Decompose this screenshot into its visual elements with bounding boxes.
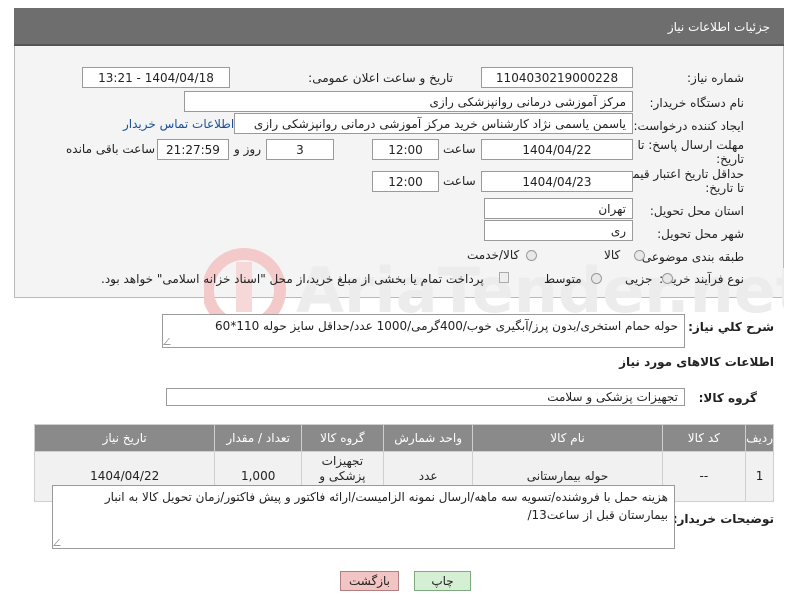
- buyer-org-field: مرکز آموزشی درمانی روانپزشکی رازی: [184, 91, 633, 112]
- buyer-notes-textarea[interactable]: هزینه حمل با فروشنده/تسویه سه ماهه/ارسال…: [52, 485, 675, 549]
- buyer-notes-label: توضیحات خریدار:: [672, 512, 774, 526]
- general-description-textarea[interactable]: حوله حمام استخری/بدون پرز/آبگیری خوب/400…: [162, 314, 685, 348]
- process-medium-radio[interactable]: [591, 273, 602, 284]
- print-button[interactable]: چاپ: [414, 571, 471, 591]
- category-goods-service-radio[interactable]: [526, 250, 537, 261]
- deadline-date-field: 1404/04/22: [481, 139, 633, 160]
- back-button[interactable]: بازگشت: [340, 571, 399, 591]
- announce-datetime-field: 1404/04/18 - 13:21: [82, 67, 230, 88]
- validity-time-field: 12:00: [372, 171, 439, 192]
- process-minor-radio[interactable]: [662, 273, 673, 284]
- category-goods-radio[interactable]: [634, 250, 645, 261]
- panel-header: جزئیات اطلاعات نیاز: [14, 8, 784, 46]
- deadline-time-field: 12:00: [372, 139, 439, 160]
- deadline-time-label: ساعت: [443, 142, 476, 156]
- validity-time-label: ساعت: [443, 174, 476, 188]
- goods-section-title: اطلاعات کالاهای مورد نیاز: [619, 355, 774, 369]
- goods-table-header: ردیف کد کالا نام کالا واحد شمارش گروه کا…: [33, 424, 774, 452]
- deadline-label-2: تاریخ:: [716, 152, 744, 166]
- buyer-notes-text: هزینه حمل با فروشنده/تسویه سه ماهه/ارسال…: [104, 490, 668, 522]
- announce-datetime-label: تاریخ و ساعت اعلان عمومی:: [308, 71, 453, 85]
- col-header-quantity: تعداد / مقدار: [214, 424, 303, 452]
- process-medium-label: متوسط: [544, 272, 582, 286]
- city-field: ری: [484, 220, 633, 241]
- resize-grip-icon[interactable]: [163, 338, 176, 345]
- deadline-label: مهلت ارسال پاسخ: تا: [637, 138, 744, 152]
- general-description-text: حوله حمام استخری/بدون پرز/آبگیری خوب/400…: [215, 319, 678, 333]
- province-label: استان محل تحویل:: [649, 204, 744, 218]
- col-header-unit: واحد شمارش: [382, 424, 474, 452]
- category-goods-service-label: کالا/خدمت: [467, 248, 520, 262]
- validity-label: حداقل تاریخ اعتبار قیمت:: [617, 167, 744, 181]
- buyer-org-label: نام دستگاه خریدار:: [649, 96, 745, 110]
- goods-group-field: تجهیزات پزشکی و سلامت: [166, 388, 685, 406]
- city-label: شهر محل تحویل:: [657, 227, 744, 241]
- resize-grip-icon[interactable]: [53, 539, 66, 546]
- days-label: روز و: [234, 142, 261, 156]
- process-minor-label: جزیی: [625, 272, 653, 286]
- need-number-field: 1104030219000228: [481, 67, 633, 88]
- treasury-payment-note: پرداخت تمام یا بخشی از مبلغ خرید،از محل …: [101, 272, 484, 286]
- goods-group-label: گروه کالا:: [698, 391, 757, 405]
- need-number-label: شماره نیاز:: [687, 71, 744, 85]
- days-field: 3: [266, 139, 334, 160]
- category-goods-label: کالا: [604, 248, 621, 262]
- general-description-label: شرح کلي نياز:: [688, 320, 774, 334]
- remaining-time-field: 21:27:59: [157, 139, 229, 160]
- validity-date-field: 1404/04/23: [481, 171, 633, 192]
- col-header-group: گروه کالا: [301, 424, 384, 452]
- cell-row-number: 1: [745, 451, 774, 502]
- col-header-name: نام کالا: [472, 424, 663, 452]
- treasury-payment-checkbox[interactable]: [499, 272, 509, 283]
- creator-field: یاسمن یاسمی نژاد کارشناس خرید مرکز آموزش…: [234, 113, 633, 134]
- province-field: تهران: [484, 198, 633, 219]
- category-label: طبقه بندی موضوعی:: [637, 250, 744, 264]
- col-header-code: کد کالا: [661, 424, 747, 452]
- panel-title: جزئیات اطلاعات نیاز: [667, 20, 770, 34]
- creator-label: ایجاد کننده درخواست:: [633, 119, 744, 133]
- remaining-time-label: ساعت باقی مانده: [66, 142, 156, 156]
- col-header-need-date: تاریخ نیاز: [33, 424, 216, 452]
- col-header-row-number: ردیف: [745, 424, 774, 452]
- validity-label-2: تا تاریخ:: [705, 181, 744, 195]
- buyer-contact-link[interactable]: اطلاعات تماس خریدار: [123, 117, 234, 131]
